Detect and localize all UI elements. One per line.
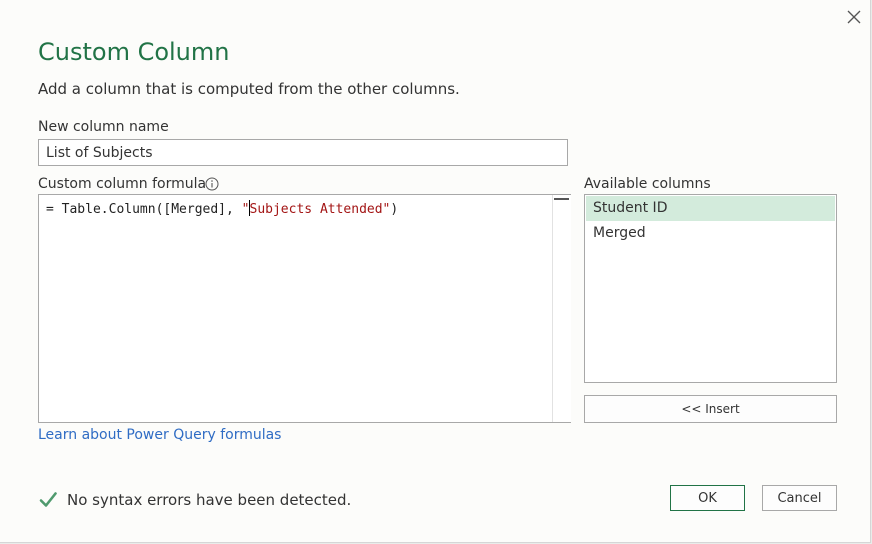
formula-code-end: ) <box>390 202 399 217</box>
custom-column-dialog: Custom Column Add a column that is compu… <box>0 0 871 543</box>
ok-button[interactable]: OK <box>670 485 745 511</box>
formula-scrollbar[interactable] <box>552 195 571 422</box>
learn-formulas-link[interactable]: Learn about Power Query formulas <box>38 425 281 445</box>
available-columns-list[interactable]: Student ID Merged <box>584 194 837 383</box>
new-column-name-input[interactable] <box>38 139 568 166</box>
info-icon[interactable] <box>205 177 219 191</box>
column-item-student-id[interactable]: Student ID <box>586 196 835 221</box>
formula-editor[interactable]: = Table.Column([Merged], "Subjects Atten… <box>38 194 571 423</box>
syntax-status-text: No syntax errors have been detected. <box>67 491 352 509</box>
formula-string-literal: Subjects Attended" <box>249 202 391 217</box>
formula-code: = Table.Column([Merged], <box>46 202 242 217</box>
new-column-name-label: New column name <box>38 119 169 135</box>
syntax-status: No syntax errors have been detected. <box>38 489 351 511</box>
scrollbar-thumb[interactable] <box>554 198 569 200</box>
checkmark-icon <box>39 492 57 507</box>
column-item-merged[interactable]: Merged <box>586 221 835 246</box>
insert-button[interactable]: << Insert <box>584 395 837 423</box>
dialog-title: Custom Column <box>38 38 230 66</box>
formula-text[interactable]: = Table.Column([Merged], "Subjects Atten… <box>46 200 398 219</box>
formula-label: Custom column formula <box>38 176 207 192</box>
close-icon[interactable] <box>842 5 866 29</box>
dialog-subtitle: Add a column that is computed from the o… <box>38 80 460 98</box>
cancel-button[interactable]: Cancel <box>762 485 837 511</box>
available-columns-label: Available columns <box>584 176 711 192</box>
